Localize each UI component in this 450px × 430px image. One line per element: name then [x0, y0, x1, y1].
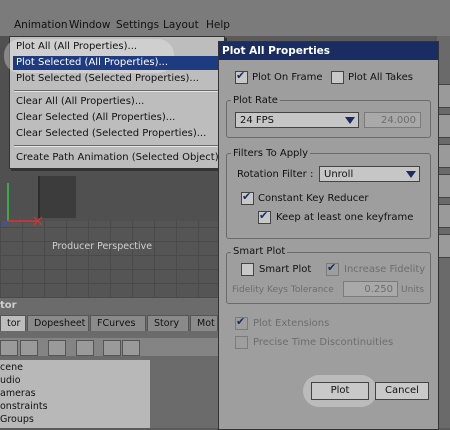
menu-item-clear-selected-all[interactable]: Clear Selected (All Properties)...	[16, 112, 175, 123]
fidelity-tolerance-label: Fidelity Keys Tolerance	[232, 285, 334, 295]
forward-arrow-icon[interactable]	[122, 340, 140, 356]
tree-item[interactable]: onstraints	[0, 401, 48, 412]
axis-gizmo-icon	[1, 183, 43, 226]
animation-menu: Plot All (All Properties)... Plot Select…	[4, 36, 225, 169]
wand-icon[interactable]	[48, 340, 66, 356]
menu-help[interactable]: Help	[206, 19, 230, 31]
menu-layout[interactable]: Layout	[163, 19, 199, 31]
scene-tree[interactable]: cene udio ameras onstraints Groups	[0, 360, 150, 428]
plot-rate-number: 24.000	[381, 115, 416, 126]
fidelity-tolerance-value: 0.250	[364, 284, 393, 295]
plot-all-takes-checkbox[interactable]	[331, 71, 344, 84]
precise-time-label: Precise Time Discontinuities	[253, 337, 394, 348]
menu-item-clear-selected-selected[interactable]: Clear Selected (Selected Properties)...	[16, 128, 206, 139]
tool-icon[interactable]	[438, 174, 450, 198]
smart-plot-group-label: Smart Plot	[231, 246, 288, 257]
rotation-filter-label: Rotation Filter :	[237, 169, 314, 180]
plot-rate-number-field[interactable]: 24.000	[364, 112, 421, 128]
plot-rate-value: 24 FPS	[240, 115, 275, 126]
tab-navigator[interactable]: tor	[0, 315, 26, 331]
precise-time-checkbox[interactable]	[235, 336, 248, 349]
tab-story[interactable]: Story	[147, 315, 189, 331]
tool-icon[interactable]	[438, 234, 450, 258]
tool-icon[interactable]	[438, 204, 450, 228]
plot-on-frame-label: Plot On Frame	[252, 72, 323, 83]
list-icon[interactable]	[20, 340, 38, 356]
constant-key-reducer-label: Constant Key Reducer	[258, 193, 369, 204]
menubar: Animation Window Settings Layout Help	[0, 0, 450, 36]
menu-item-clear-all[interactable]: Clear All (All Properties)...	[16, 96, 144, 107]
keep-keyframe-checkbox[interactable]	[258, 209, 271, 224]
filters-label: Filters To Apply	[231, 148, 311, 159]
chevron-down-icon	[345, 117, 355, 124]
tab-motion[interactable]: Mot	[190, 315, 218, 331]
rotation-filter-value: Unroll	[324, 169, 354, 180]
cancel-button[interactable]: Cancel	[375, 382, 429, 400]
fidelity-tolerance-field[interactable]: 0.250	[343, 281, 398, 297]
panel-toolbar	[0, 338, 218, 356]
plot-dialog: Plot All Properties Plot On Frame Plot A…	[218, 41, 439, 430]
tab-fcurves[interactable]: FCurves	[90, 315, 146, 331]
dialog-titlebar[interactable]: Plot All Properties	[219, 42, 438, 60]
tree-item[interactable]: ameras	[0, 388, 36, 399]
tool-icon[interactable]	[438, 114, 450, 138]
dialog-title: Plot All Properties	[222, 45, 331, 57]
smart-plot-label: Smart Plot	[259, 264, 312, 275]
plot-on-frame-checkbox[interactable]	[235, 69, 248, 84]
lower-panel: tor tor Dopesheet FCurves Story Mot cene…	[0, 298, 218, 428]
plot-extensions-checkbox[interactable]	[235, 315, 248, 330]
fidelity-units-label: Units	[401, 285, 425, 295]
tab-dopesheet[interactable]: Dopesheet	[27, 315, 89, 331]
back-arrow-icon[interactable]	[103, 340, 121, 356]
menu-settings[interactable]: Settings	[116, 19, 159, 31]
menu-item-plot-all[interactable]: Plot All (All Properties)...	[16, 41, 137, 52]
toolbar-left-icon[interactable]	[0, 340, 18, 356]
viewport-label: Producer Perspective	[52, 241, 153, 252]
smart-plot-checkbox[interactable]	[241, 263, 254, 276]
plot-rate-label: Plot Rate	[231, 95, 280, 106]
tool-icon[interactable]	[438, 84, 450, 108]
menu-divider	[14, 145, 220, 147]
plot-all-takes-label: Plot All Takes	[348, 72, 413, 83]
menu-item-plot-selected-selected[interactable]: Plot Selected (Selected Properties)...	[16, 73, 199, 84]
chevron-down-icon	[406, 171, 416, 178]
plot-rate-dropdown[interactable]: 24 FPS	[235, 112, 359, 128]
increase-fidelity-label: Increase Fidelity	[344, 264, 426, 275]
menu-animation[interactable]: Animation	[14, 19, 68, 31]
menu-item-plot-selected-all[interactable]: Plot Selected (All Properties)...	[16, 57, 168, 68]
tree-item[interactable]: cene	[0, 362, 23, 373]
lock-icon[interactable]	[76, 340, 94, 356]
increase-fidelity-checkbox[interactable]	[326, 261, 339, 276]
tool-icon[interactable]	[438, 144, 450, 168]
tree-item[interactable]: Groups	[0, 414, 34, 425]
panel-title: tor	[0, 300, 17, 311]
plot-extensions-label: Plot Extensions	[253, 318, 330, 329]
smart-plot-group	[226, 252, 431, 304]
constant-key-reducer-checkbox[interactable]	[241, 190, 254, 205]
keep-keyframe-label: Keep at least one keyframe	[276, 212, 414, 223]
rotation-filter-dropdown[interactable]: Unroll	[319, 166, 420, 182]
plot-button[interactable]: Plot	[311, 382, 369, 400]
tree-item[interactable]: udio	[0, 375, 21, 386]
menu-item-create-path-animation[interactable]: Create Path Animation (Selected Object)	[16, 152, 219, 163]
grid-floor	[0, 221, 218, 298]
menu-window[interactable]: Window	[69, 19, 110, 31]
menu-divider	[14, 90, 220, 92]
